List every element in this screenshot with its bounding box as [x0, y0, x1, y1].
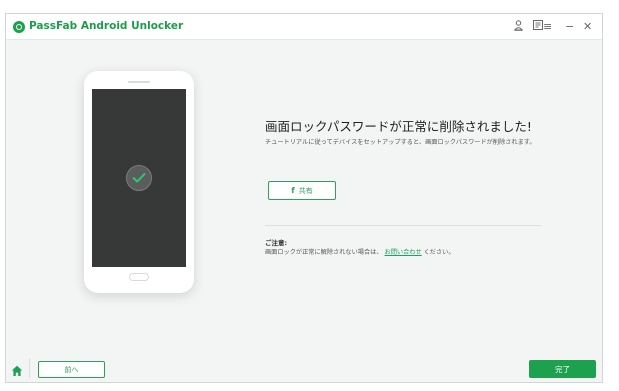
note-text: 画面ロックが正常に解除されない場合は、 お問い合わせ ください。	[265, 247, 455, 256]
phone-home-button	[129, 273, 149, 281]
phone-speaker	[128, 81, 150, 83]
home-icon[interactable]	[11, 362, 23, 376]
note-text-after: ください。	[423, 249, 455, 256]
done-button[interactable]: 完了	[529, 360, 596, 378]
menu-icon[interactable]: ≡	[543, 20, 552, 34]
app-title: PassFab Android Unlocker	[29, 20, 184, 32]
success-check-icon	[126, 165, 152, 191]
phone-illustration	[84, 71, 194, 293]
note-title: ご注意:	[265, 239, 288, 247]
share-button-label: 共有	[298, 186, 313, 195]
note-text-before: 画面ロックが正常に解除されない場合は、	[265, 249, 383, 256]
share-button[interactable]: f 共有	[268, 181, 336, 200]
title-bar: PassFab Android Unlocker ≡ − ✕	[6, 14, 602, 40]
feedback-icon[interactable]	[533, 20, 543, 34]
minimize-icon[interactable]: −	[565, 20, 574, 34]
phone-screen	[92, 89, 186, 267]
user-icon[interactable]	[513, 20, 524, 34]
success-headline: 画面ロックパスワードが正常に削除されました!	[265, 119, 532, 134]
close-icon[interactable]: ✕	[583, 20, 592, 34]
passfab-logo-icon	[13, 21, 25, 33]
divider	[265, 225, 541, 226]
back-button[interactable]: 前へ	[38, 361, 105, 378]
footer-separator	[29, 358, 30, 378]
facebook-icon: f	[291, 186, 295, 195]
contact-us-link[interactable]: お問い合わせ	[385, 249, 422, 256]
success-description: チュートリアルに従ってデバイスをセットアップすると、画面ロックパスワードが削除さ…	[265, 139, 536, 146]
